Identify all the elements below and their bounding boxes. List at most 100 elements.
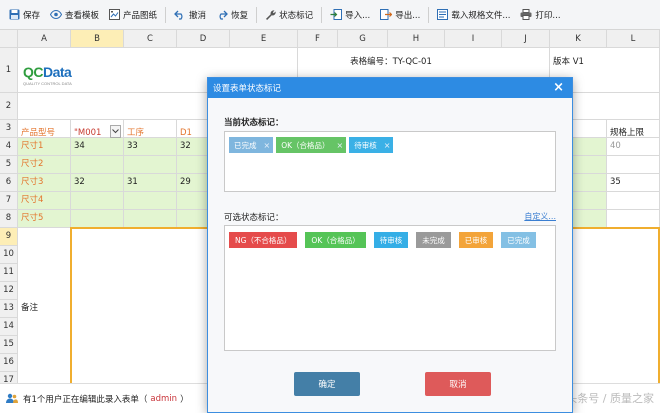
wrench-icon xyxy=(265,9,279,20)
customize-link[interactable]: 自定义... xyxy=(524,211,556,222)
toolbar-button-label: 导出... xyxy=(395,10,421,21)
size-value-cell[interactable] xyxy=(71,192,124,210)
header-upper-limit[interactable]: 规格上限 xyxy=(607,120,660,138)
available-tags-label: 可选状态标记： xyxy=(224,213,284,223)
available-tags-panel: NG（不合格品） OK（合格品） 待审核 未完成 已审核 已完成 xyxy=(224,225,556,351)
column-header-i[interactable]: I xyxy=(445,30,502,48)
size-label-cell[interactable]: 尺寸3 xyxy=(18,174,71,192)
toolbar-undo-button[interactable]: 撤消 xyxy=(169,4,211,26)
toolbar-export-button[interactable]: 导出... xyxy=(375,4,425,26)
row-header-14[interactable]: 14 xyxy=(0,318,18,336)
upper-limit-cell[interactable] xyxy=(607,192,660,210)
row-header-3[interactable]: 3 xyxy=(0,120,18,138)
toolbar-redo-button[interactable]: 恢复 xyxy=(211,4,253,26)
upper-limit-cell[interactable] xyxy=(607,210,660,228)
chevron-down-icon[interactable] xyxy=(110,125,121,138)
toolbar-load-spec-button[interactable]: 载入规格文件... xyxy=(432,4,515,26)
header-product-model[interactable]: 产品型号 xyxy=(18,120,71,138)
row-header-12[interactable]: 12 xyxy=(0,282,18,300)
row-header-9[interactable]: 9 xyxy=(0,228,18,246)
remove-tag-icon[interactable]: × xyxy=(264,141,271,150)
status-text: 有1个用户正在编辑此录入表单（ xyxy=(23,394,148,405)
remove-tag-icon[interactable]: × xyxy=(337,141,344,150)
import-icon xyxy=(330,9,345,20)
column-header-h[interactable]: H xyxy=(388,30,445,48)
size-label-cell[interactable]: 尺寸2 xyxy=(18,156,71,174)
column-header-b[interactable]: B xyxy=(71,30,124,48)
size-value-cell[interactable]: 32 xyxy=(71,174,124,192)
size-value-cell[interactable] xyxy=(124,156,177,174)
undo-icon xyxy=(174,10,189,20)
toolbar-button-label: 产品图纸 xyxy=(123,10,158,21)
size-value-cell[interactable] xyxy=(124,210,177,228)
row-header-5[interactable]: 5 xyxy=(0,156,18,174)
available-tag[interactable]: OK（合格品） xyxy=(305,232,366,248)
column-header-l[interactable]: L xyxy=(607,30,660,48)
header-process[interactable]: 工序 xyxy=(124,120,177,138)
toolbar-separator xyxy=(321,6,323,23)
column-header-d[interactable]: D xyxy=(177,30,230,48)
size-value-cell[interactable]: 31 xyxy=(124,174,177,192)
toolbar-button-label: 恢复 xyxy=(231,10,249,21)
size-label-cell[interactable]: 尺寸4 xyxy=(18,192,71,210)
column-header-e[interactable]: E xyxy=(230,30,298,48)
size-value-cell[interactable]: 33 xyxy=(124,138,177,156)
row-header-8[interactable]: 8 xyxy=(0,210,18,228)
available-tag[interactable]: 已审核 xyxy=(458,232,494,248)
toolbar-separator xyxy=(256,6,258,23)
redo-icon xyxy=(216,10,231,20)
size-value-cell[interactable] xyxy=(124,192,177,210)
logo-qc: QC xyxy=(23,64,44,80)
upper-limit-cell[interactable]: 40 xyxy=(607,138,660,156)
remark-label-cell[interactable]: 备注 xyxy=(18,228,71,383)
column-header-j[interactable]: J xyxy=(502,30,550,48)
toolbar-printer-button[interactable]: 打印... xyxy=(515,4,565,26)
remove-tag-icon[interactable]: × xyxy=(384,141,391,150)
close-icon[interactable]: × xyxy=(553,81,564,94)
printer-icon xyxy=(520,9,535,20)
cancel-button[interactable]: 取消 xyxy=(425,372,491,396)
column-header-k[interactable]: K xyxy=(550,30,607,48)
row-header-10[interactable]: 10 xyxy=(0,246,18,264)
available-tag[interactable]: 未完成 xyxy=(416,232,451,248)
toolbar-separator xyxy=(428,6,430,23)
row-header-4[interactable]: 4 xyxy=(0,138,18,156)
upper-limit-cell[interactable]: 35 xyxy=(607,174,660,192)
size-value-cell[interactable]: 34 xyxy=(71,138,124,156)
logo-data: Data xyxy=(43,64,72,80)
available-tag[interactable]: 待审核 xyxy=(373,232,409,248)
row-header-15[interactable]: 15 xyxy=(0,336,18,354)
column-header-c[interactable]: C xyxy=(124,30,177,48)
ok-button[interactable]: 确定 xyxy=(294,372,360,396)
current-tag: 待审核 × xyxy=(349,137,394,153)
row-header-17[interactable]: 17 xyxy=(0,372,18,383)
toolbar-import-button[interactable]: 导入... xyxy=(325,4,375,26)
sheet-corner[interactable] xyxy=(0,30,18,48)
column-header-a[interactable]: A xyxy=(18,30,71,48)
toolbar-eye-button[interactable]: 查看模板 xyxy=(45,4,104,26)
blueprint-icon xyxy=(109,9,123,20)
status-user: admin xyxy=(150,393,178,404)
row-header-1[interactable]: 1 xyxy=(0,48,18,93)
row-header-13[interactable]: 13 xyxy=(0,300,18,318)
toolbar-button-label: 撤消 xyxy=(189,10,207,21)
available-tag[interactable]: 已完成 xyxy=(501,232,536,248)
row-header-11[interactable]: 11 xyxy=(0,264,18,282)
size-label-cell[interactable]: 尺寸5 xyxy=(18,210,71,228)
row-header-2[interactable]: 2 xyxy=(0,93,18,120)
row-header-6[interactable]: 6 xyxy=(0,174,18,192)
size-value-cell[interactable] xyxy=(71,210,124,228)
row-header-16[interactable]: 16 xyxy=(0,354,18,372)
column-header-g[interactable]: G xyxy=(338,30,388,48)
column-header-f[interactable]: F xyxy=(298,30,338,48)
size-value-cell[interactable] xyxy=(71,156,124,174)
available-tag[interactable]: NG（不合格品） xyxy=(229,232,298,248)
toolbar-blueprint-button[interactable]: 产品图纸 xyxy=(104,4,162,26)
dialog-title: 设置表单状态标记 xyxy=(213,84,282,94)
size-label-cell[interactable]: 尺寸1 xyxy=(18,138,71,156)
users-icon xyxy=(6,393,18,404)
toolbar-wrench-button[interactable]: 状态标记 xyxy=(260,4,318,26)
upper-limit-cell[interactable] xyxy=(607,156,660,174)
row-header-7[interactable]: 7 xyxy=(0,192,18,210)
toolbar-save-button[interactable]: 保存 xyxy=(4,4,45,26)
